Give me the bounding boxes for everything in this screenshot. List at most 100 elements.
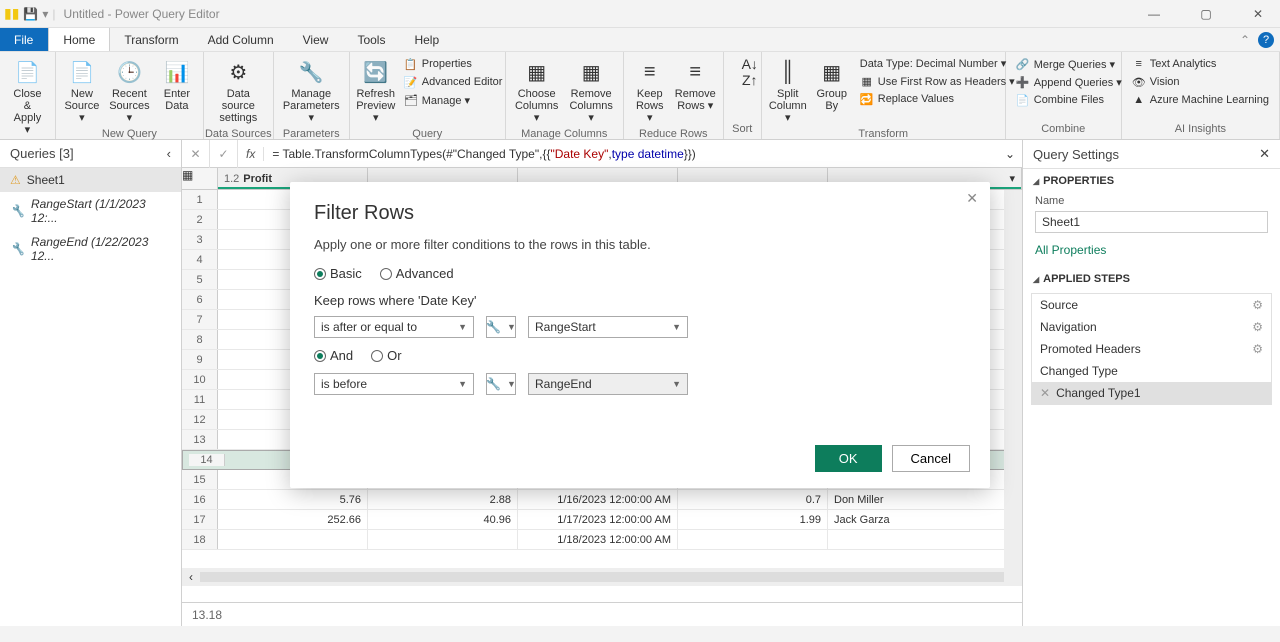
formula-input[interactable]: = Table.TransformColumnTypes(#"Changed T… <box>264 147 998 161</box>
parameter-icon: 🔧 <box>10 204 25 218</box>
row-number: 5 <box>182 270 218 289</box>
maximize-button[interactable]: ▢ <box>1188 7 1224 21</box>
query-name-input[interactable]: Sheet1 <box>1035 211 1268 233</box>
step-source[interactable]: Source⚙ <box>1032 294 1271 316</box>
table-row[interactable]: 181/18/2023 12:00:00 AM <box>182 530 1022 550</box>
horizontal-scrollbar[interactable]: ‹› <box>182 568 1022 586</box>
tab-home[interactable]: Home <box>48 28 110 51</box>
gear-icon[interactable]: ⚙ <box>1252 342 1263 356</box>
gear-icon[interactable]: ⚙ <box>1252 320 1263 334</box>
delete-step-icon[interactable]: ✕ <box>1040 386 1050 400</box>
ribbon-collapse-icon[interactable]: ⌃ <box>1240 33 1250 47</box>
text-analytics-button[interactable]: ≡Text Analytics <box>1128 56 1273 72</box>
qat-dropdown[interactable]: ▾ <box>42 7 48 21</box>
manage-button[interactable]: 🗂Manage ▾ <box>400 92 507 108</box>
query-item-sheet1[interactable]: ⚠ Sheet1 <box>0 168 181 192</box>
ok-button[interactable]: OK <box>815 445 882 472</box>
advanced-editor-button[interactable]: 📝Advanced Editor <box>400 74 507 90</box>
radio-basic[interactable]: Basic <box>314 266 362 281</box>
step-navigation[interactable]: Navigation⚙ <box>1032 316 1271 338</box>
formula-dropdown-icon[interactable]: ⌄ <box>998 147 1022 161</box>
queries-pane: Queries [3] ‹ ⚠ Sheet1 🔧 RangeStart (1/1… <box>0 140 182 626</box>
first-row-headers-button[interactable]: ▦Use First Row as Headers ▾ <box>856 73 1019 89</box>
tab-transform[interactable]: Transform <box>110 28 193 51</box>
choose-columns-button[interactable]: ▦Choose Columns ▾ <box>512 56 562 126</box>
row-number: 11 <box>182 390 218 409</box>
enter-data-button[interactable]: 📊Enter Data <box>157 56 197 114</box>
radio-and[interactable]: And <box>314 348 353 363</box>
name-label: Name <box>1023 193 1280 209</box>
queries-header: Queries [3] ‹ <box>0 140 181 168</box>
recent-sources-button[interactable]: 🕒Recent Sources ▾ <box>106 56 153 126</box>
query-item-rangeend[interactable]: 🔧 RangeEnd (1/22/2023 12... <box>0 230 181 268</box>
help-icon[interactable]: ? <box>1258 32 1274 48</box>
formula-bar: ✕ ✓ fx = Table.TransformColumnTypes(#"Ch… <box>182 140 1022 168</box>
append-queries-button[interactable]: ➕Append Queries ▾ <box>1012 74 1126 90</box>
step-changed-type[interactable]: Changed Type <box>1032 360 1271 382</box>
query-item-rangestart[interactable]: 🔧 RangeStart (1/1/2023 12:... <box>0 192 181 230</box>
fx-icon: fx <box>238 147 264 161</box>
row-number: 8 <box>182 330 218 349</box>
merge-queries-button[interactable]: 🔗Merge Queries ▾ <box>1012 56 1126 72</box>
manage-parameters-button[interactable]: 🔧Manage Parameters ▾ <box>280 56 343 126</box>
new-source-button[interactable]: 📄New Source ▾ <box>62 56 102 126</box>
row-number: 2 <box>182 210 218 229</box>
vertical-scrollbar[interactable] <box>1004 190 1022 584</box>
operator-select-1[interactable]: is after or equal to▼ <box>314 316 474 338</box>
properties-button[interactable]: 📋Properties <box>400 56 507 72</box>
remove-rows-button[interactable]: ≡Remove Rows ▾ <box>674 56 717 114</box>
gear-icon[interactable]: ⚙ <box>1252 298 1263 312</box>
replace-values-button[interactable]: 🔁Replace Values <box>856 91 1019 107</box>
dialog-description: Apply one or more filter conditions to t… <box>314 237 966 252</box>
split-column-button[interactable]: ║Split Column ▾ <box>768 56 808 126</box>
group-by-button[interactable]: ▦Group By <box>812 56 852 114</box>
collapse-queries-icon[interactable]: ‹ <box>167 146 171 161</box>
close-settings-icon[interactable]: ✕ <box>1259 146 1270 162</box>
table-row[interactable]: 17252.6640.961/17/2023 12:00:00 AM1.99Ja… <box>182 510 1022 530</box>
param-type-select-2[interactable]: 🔧▼ <box>486 373 516 395</box>
row-number: 12 <box>182 410 218 429</box>
tab-tools[interactable]: Tools <box>343 28 400 51</box>
table-row[interactable]: 165.762.881/16/2023 12:00:00 AM0.7Don Mi… <box>182 490 1022 510</box>
confirm-formula-icon[interactable]: ✓ <box>210 140 238 168</box>
minimize-button[interactable]: — <box>1136 7 1172 21</box>
save-icon[interactable]: 💾 <box>23 7 38 21</box>
all-properties-link[interactable]: All Properties <box>1023 239 1280 267</box>
parameter-icon: 🔧 <box>486 377 501 391</box>
operator-select-2[interactable]: is before▼ <box>314 373 474 395</box>
data-source-settings-button[interactable]: ⚙Data source settings <box>210 56 267 126</box>
applied-steps-title: APPLIED STEPS <box>1023 267 1280 291</box>
grid-corner[interactable]: ▦ <box>182 168 218 189</box>
refresh-preview-button[interactable]: 🔄Refresh Preview ▾ <box>356 56 396 126</box>
cancel-button[interactable]: Cancel <box>892 445 970 472</box>
value-select-1[interactable]: RangeStart▼ <box>528 316 688 338</box>
data-type-button[interactable]: Data Type: Decimal Number ▾ <box>856 56 1019 71</box>
aml-button[interactable]: ▲Azure Machine Learning <box>1128 92 1273 108</box>
app-icon: ▮▮ <box>4 5 19 22</box>
row-number: 9 <box>182 350 218 369</box>
tab-view[interactable]: View <box>289 28 344 51</box>
tab-help[interactable]: Help <box>400 28 454 51</box>
tab-file[interactable]: File <box>0 28 48 51</box>
param-type-select-1[interactable]: 🔧▼ <box>486 316 516 338</box>
step-changed-type1[interactable]: ✕Changed Type1 <box>1032 382 1271 404</box>
dialog-close-icon[interactable]: ✕ <box>966 190 978 207</box>
cancel-formula-icon[interactable]: ✕ <box>182 140 210 168</box>
filter-rows-dialog: ✕ Filter Rows Apply one or more filter c… <box>290 182 990 488</box>
status-bar: 13.18 <box>182 602 1022 626</box>
close-apply-button[interactable]: 📄Close & Apply ▾ <box>6 56 49 138</box>
radio-or[interactable]: Or <box>371 348 401 363</box>
combine-files-button[interactable]: 📄Combine Files <box>1012 92 1126 108</box>
row-number: 3 <box>182 230 218 249</box>
tab-addcolumn[interactable]: Add Column <box>194 28 289 51</box>
step-promoted-headers[interactable]: Promoted Headers⚙ <box>1032 338 1271 360</box>
value-select-2[interactable]: RangeEnd▼ <box>528 373 688 395</box>
row-number: 13 <box>182 430 218 449</box>
vision-button[interactable]: 👁Vision <box>1128 74 1273 90</box>
remove-columns-button[interactable]: ▦Remove Columns ▾ <box>566 56 617 126</box>
menubar: File Home Transform Add Column View Tool… <box>0 28 1280 52</box>
keep-rows-label: Keep rows where 'Date Key' <box>314 293 966 308</box>
close-window-button[interactable]: ✕ <box>1240 7 1276 21</box>
keep-rows-button[interactable]: ≡Keep Rows ▾ <box>630 56 670 126</box>
radio-advanced[interactable]: Advanced <box>380 266 454 281</box>
